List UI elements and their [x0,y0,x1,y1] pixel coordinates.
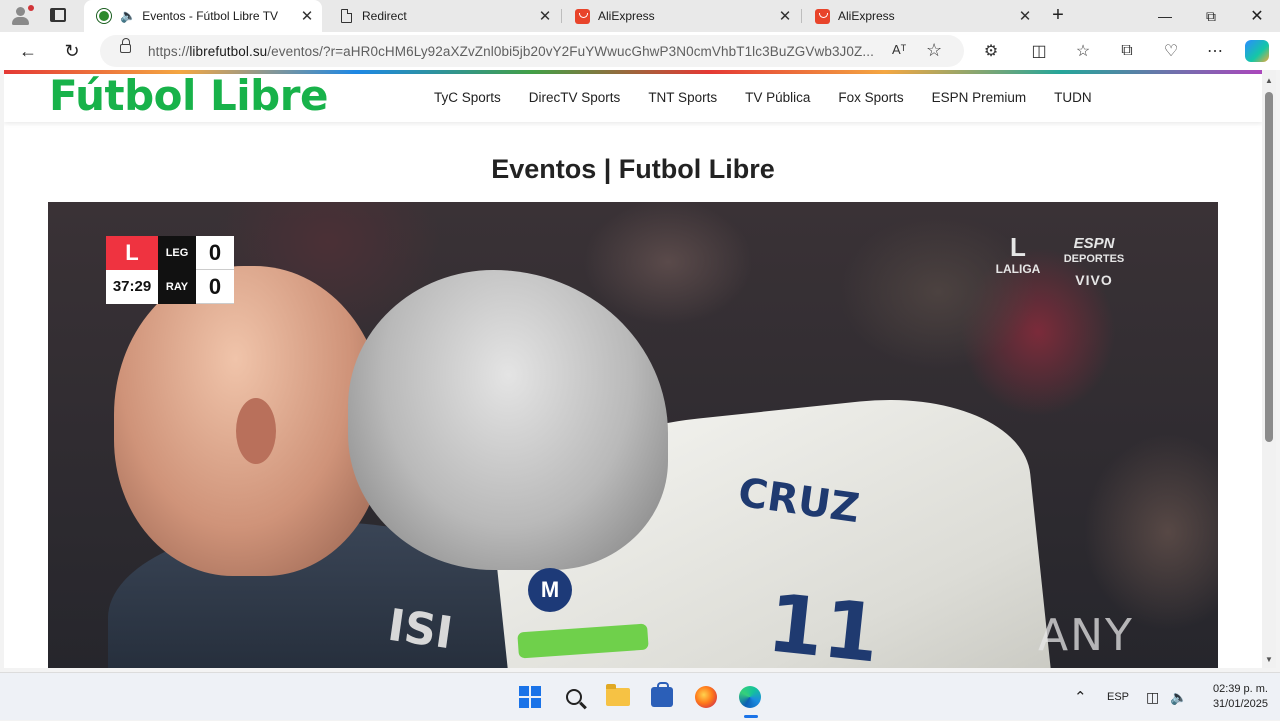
new-tab-button[interactable]: + [1046,3,1070,27]
windows-icon [519,686,541,708]
language-indicator[interactable]: ESP [1107,673,1129,721]
close-tab-icon[interactable]: ✕ [1014,7,1036,25]
tab-aliexpress-1[interactable]: AliExpress ✕ [562,0,800,32]
laliga-logo-icon: L [106,236,158,270]
laliga-bug: L LALIGA [988,232,1048,276]
laliga-mark-icon: L [1010,232,1026,262]
start-button[interactable] [514,681,546,713]
scroll-down-icon[interactable]: ▼ [1265,655,1273,664]
channel-menu: TyC Sports DirecTV Sports TNT Sports TV … [434,90,1120,105]
live-label: VIVO [1075,272,1113,288]
edge-icon [739,686,761,708]
menu-item-tv-publica[interactable]: TV Pública [745,90,810,105]
search-button[interactable] [558,681,590,713]
site-logo[interactable]: Fútbol Libre [49,71,328,120]
network-icon[interactable]: ◫ [1146,673,1159,721]
close-window-button[interactable]: ✕ [1234,0,1280,32]
home-team: LEG [158,236,196,270]
tab-redirect[interactable]: Redirect ✕ [326,0,560,32]
anyrun-watermark: ANY RUN [1038,610,1138,668]
active-app-indicator [744,715,758,718]
jersey-back-number: 11 [763,576,884,668]
edge-button[interactable] [734,681,766,713]
browser-essentials-icon[interactable]: ♡ [1158,38,1184,64]
clock-date: 31/01/2025 [1212,698,1268,710]
menu-item-tudn[interactable]: TUDN [1054,90,1092,105]
aliexpress-icon [574,8,590,24]
clock-time: 02:39 p. m. [1212,683,1268,695]
document-icon [338,8,354,24]
favorite-star-icon[interactable]: ☆ [926,40,942,61]
tab-eventos[interactable]: 🔈 Eventos - Fútbol Libre TV ✕ [84,0,322,32]
collections-icon[interactable]: ⧉ [1114,38,1140,64]
scroll-thumb[interactable] [1265,92,1273,442]
espn-bug: ESPN DEPORTES VIVO [1054,236,1134,289]
scroll-up-icon[interactable]: ▲ [1265,76,1273,85]
away-score: 0 [196,270,234,304]
taskbar: ⌃ ESP ◫ 🔈 02:39 p. m. 31/01/2025 [0,672,1280,720]
browser-toolbar: ← ↻ https://librefutbol.su/eventos/?r=aH… [0,32,1280,70]
restore-button[interactable]: ⧉ [1188,0,1234,32]
vertical-scrollbar[interactable]: ▲ ▼ [1262,70,1276,668]
more-menu-icon[interactable]: ⋯ [1202,38,1228,64]
browser-tab-strip: 🔈 Eventos - Fútbol Libre TV ✕ Redirect ✕… [0,0,1280,32]
back-button[interactable]: ← [14,38,42,64]
home-score: 0 [196,236,234,270]
close-tab-icon[interactable]: ✕ [534,7,556,25]
file-explorer-button[interactable] [602,681,634,713]
close-tab-icon[interactable]: ✕ [296,7,318,25]
player-left-ear [236,398,276,464]
firefox-button[interactable] [690,681,722,713]
audio-playing-icon[interactable]: 🔈 [120,8,136,24]
menu-item-tnt-sports[interactable]: TNT Sports [648,90,717,105]
menu-item-tyc-sports[interactable]: TyC Sports [434,90,501,105]
menu-item-espn-premium[interactable]: ESPN Premium [932,90,1027,105]
store-icon [651,682,673,707]
page-title: Eventos | Futbol Libre [491,154,775,184]
lock-icon[interactable] [120,38,131,53]
page-viewport: Fútbol Libre TyC Sports DirecTV Sports T… [4,70,1262,668]
tab-aliexpress-2[interactable]: AliExpress ✕ [802,0,1040,32]
broadcast-bug: L LALIGA ESPN DEPORTES VIVO [988,232,1138,292]
copilot-icon[interactable] [1245,40,1269,62]
site-header: Fútbol Libre TyC Sports DirecTV Sports T… [4,71,1262,122]
favorites-icon[interactable]: ☆ [1070,38,1096,64]
profile-avatar-icon[interactable] [8,4,34,28]
url-text[interactable]: https://librefutbol.su/eventos/?r=aHR0cH… [148,44,878,59]
show-hidden-icons-chevron-icon[interactable]: ⌃ [1074,673,1087,721]
refresh-button[interactable]: ↻ [58,38,86,64]
video-player[interactable]: ISI CRUZ 11 M L 37:29 LEG RAY 0 0 L LALI… [48,202,1218,668]
search-icon [566,689,582,705]
close-tab-icon[interactable]: ✕ [774,7,796,25]
jersey-front-text: ISI [384,599,456,660]
store-button[interactable] [646,681,678,713]
menu-item-directv-sports[interactable]: DirecTV Sports [529,90,621,105]
extensions-icon[interactable]: ⚙ [978,38,1004,64]
menu-item-fox-sports[interactable]: Fox Sports [838,90,903,105]
minimize-button[interactable]: — [1142,0,1188,32]
firefox-icon [695,686,717,708]
read-aloud-icon[interactable]: Aᵀ [892,42,906,57]
system-clock[interactable]: 02:39 p. m. 31/01/2025 [1198,682,1268,712]
folder-icon [606,684,630,706]
match-clock: 37:29 [106,270,158,304]
volume-icon[interactable]: 🔈 [1170,673,1187,721]
aliexpress-icon [814,8,830,24]
sponsor-badge: M [528,568,572,612]
tab-actions-icon[interactable] [50,8,66,22]
split-screen-icon[interactable]: ◫ [1026,38,1052,64]
soccer-ball-icon [96,8,112,24]
away-team: RAY [158,270,196,304]
scorebug: L 37:29 LEG RAY 0 0 [106,236,234,304]
address-bar[interactable]: https://librefutbol.su/eventos/?r=aHR0cH… [100,35,964,67]
